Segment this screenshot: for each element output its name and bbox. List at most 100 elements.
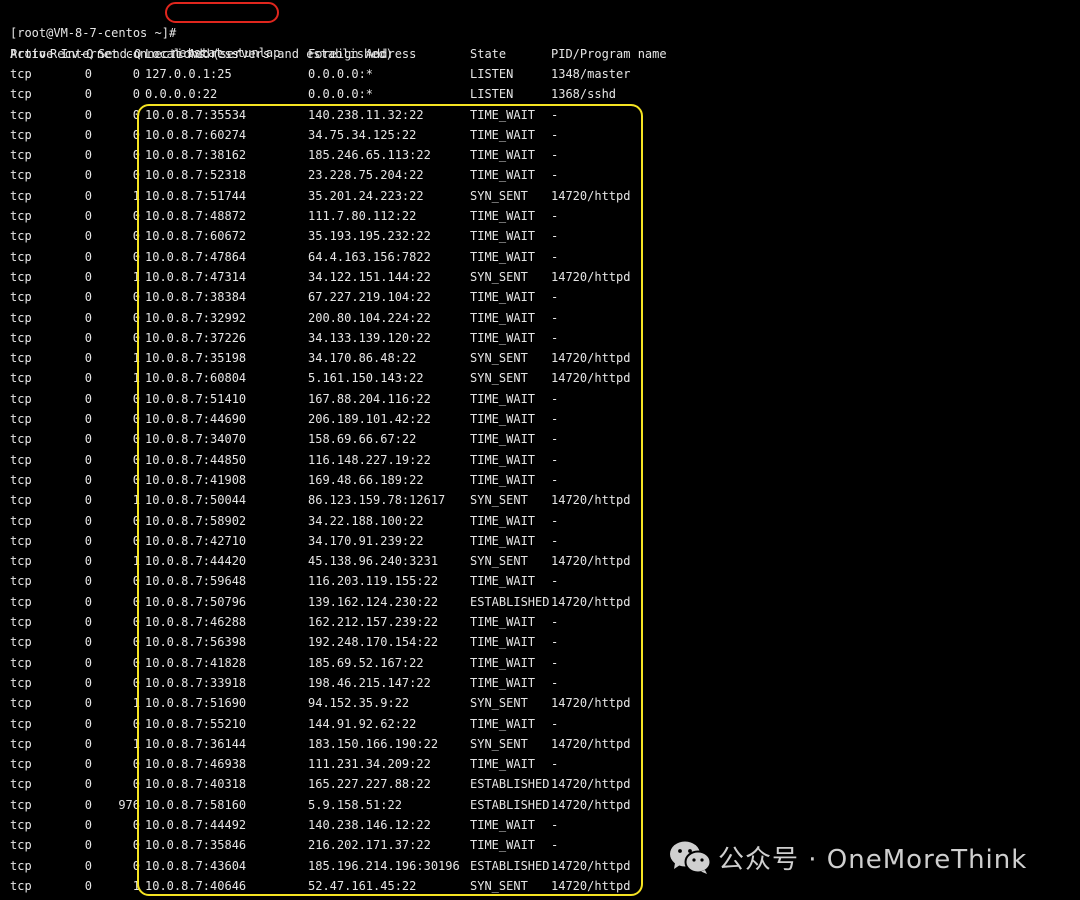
- cell-recvq: 0: [84, 635, 92, 650]
- cell-proto: tcp: [10, 655, 32, 670]
- cell-proto: tcp: [10, 615, 32, 630]
- watermark: 公众号 · OneMoreThink: [668, 838, 1027, 876]
- cell-sendq: 0: [132, 127, 140, 142]
- cell-sendq: 0: [132, 290, 140, 305]
- cell-recvq: 0: [84, 351, 92, 366]
- cell-pid-program: 1368/sshd: [551, 87, 617, 102]
- cell-local-address: 127.0.0.1:25: [145, 67, 232, 81]
- header-state: State: [470, 47, 507, 61]
- cell-sendq: 1: [132, 188, 140, 203]
- cell-proto: tcp: [10, 757, 32, 772]
- header-recvq: Recv-Q: [50, 47, 94, 61]
- cell-sendq: 1: [132, 493, 140, 508]
- cell-recvq: 0: [84, 493, 92, 508]
- cell-recvq: 0: [84, 269, 92, 284]
- wechat-icon: [668, 839, 712, 875]
- cell-proto: tcp: [10, 127, 32, 142]
- cell-sendq: 0: [132, 330, 140, 345]
- cell-proto: tcp: [10, 533, 32, 548]
- cell-proto: tcp: [10, 452, 32, 467]
- cell-proto: tcp: [10, 777, 32, 792]
- cell-recvq: 0: [84, 107, 92, 122]
- cell-recvq: 0: [84, 513, 92, 528]
- header-foreign-address: Foreign Address: [308, 47, 417, 61]
- cell-proto: tcp: [10, 635, 32, 650]
- cell-sendq: 976: [118, 797, 140, 812]
- cell-proto: tcp: [10, 87, 32, 102]
- cell-recvq: 0: [84, 249, 92, 264]
- cell-sendq: 0: [132, 533, 140, 548]
- cell-recvq: 0: [84, 148, 92, 163]
- cell-sendq: 1: [132, 696, 140, 711]
- header-sendq: Send-Q: [98, 47, 142, 61]
- cell-recvq: 0: [84, 615, 92, 630]
- prompt-line: [root@VM-8-7-centos ~]# netstat -tunlap: [0, 3, 280, 60]
- cell-sendq: 0: [132, 777, 140, 792]
- cell-sendq: 0: [132, 67, 140, 81]
- cell-recvq: 0: [84, 655, 92, 670]
- cell-sendq: 0: [132, 858, 140, 873]
- cell-sendq: 0: [132, 412, 140, 427]
- cell-recvq: 0: [84, 330, 92, 345]
- cell-sendq: 1: [132, 351, 140, 366]
- cell-recvq: 0: [84, 452, 92, 467]
- cell-recvq: 0: [84, 209, 92, 224]
- cell-recvq: 0: [84, 391, 92, 406]
- terminal-window[interactable]: [root@VM-8-7-centos ~]# netstat -tunlap …: [0, 0, 1080, 900]
- header-proto: Proto: [10, 47, 47, 61]
- cell-foreign-address: 0.0.0.0:*: [308, 67, 374, 81]
- cell-sendq: 1: [132, 736, 140, 751]
- table-row: tcp 0 0 0.0.0.0:22 0.0.0.0:* LISTEN 1368/sshd: [0, 84, 1080, 104]
- cell-sendq: 0: [132, 838, 140, 853]
- cell-recvq: 0: [84, 817, 92, 832]
- cell-proto: tcp: [10, 675, 32, 690]
- cell-pid-program: 1348/master: [551, 67, 631, 81]
- cell-state: LISTEN: [470, 67, 514, 81]
- cell-proto: tcp: [10, 554, 32, 569]
- cell-sendq: 0: [132, 635, 140, 650]
- cell-proto: tcp: [10, 269, 32, 284]
- cell-recvq: 0: [84, 797, 92, 812]
- header-pid-program: PID/Program name: [551, 47, 667, 61]
- cell-proto: tcp: [10, 290, 32, 305]
- cell-proto: tcp: [10, 310, 32, 325]
- cell-sendq: 0: [132, 168, 140, 183]
- cell-sendq: 0: [132, 472, 140, 487]
- cell-sendq: 0: [132, 87, 140, 102]
- cell-proto: tcp: [10, 249, 32, 264]
- cell-proto: tcp: [10, 67, 32, 81]
- cell-proto: tcp: [10, 412, 32, 427]
- cell-recvq: 0: [84, 290, 92, 305]
- cell-recvq: 0: [84, 412, 92, 427]
- cell-recvq: 0: [84, 675, 92, 690]
- cell-proto: tcp: [10, 330, 32, 345]
- cell-proto: tcp: [10, 371, 32, 386]
- cell-recvq: 0: [84, 87, 92, 102]
- cell-recvq: 0: [84, 858, 92, 873]
- shell-prompt: [root@VM-8-7-centos ~]#: [10, 26, 177, 40]
- cell-recvq: 0: [84, 67, 92, 81]
- cell-sendq: 0: [132, 675, 140, 690]
- cell-recvq: 0: [84, 188, 92, 203]
- cell-proto: tcp: [10, 493, 32, 508]
- rows-highlight-outline: [137, 104, 643, 896]
- cell-proto: tcp: [10, 391, 32, 406]
- cell-sendq: 0: [132, 107, 140, 122]
- table-row: tcp 0 0 127.0.0.1:25 0.0.0.0:* LISTEN 1348/mas…: [0, 64, 1080, 84]
- cell-proto: tcp: [10, 838, 32, 853]
- cell-foreign-address: 0.0.0.0:*: [308, 87, 374, 102]
- cell-sendq: 1: [132, 269, 140, 284]
- cell-sendq: 1: [132, 371, 140, 386]
- cell-proto: tcp: [10, 594, 32, 609]
- cell-sendq: 0: [132, 310, 140, 325]
- cell-recvq: 0: [84, 594, 92, 609]
- cell-proto: tcp: [10, 188, 32, 203]
- cell-sendq: 0: [132, 594, 140, 609]
- cell-recvq: 0: [84, 878, 92, 893]
- cell-sendq: 0: [132, 574, 140, 589]
- cell-recvq: 0: [84, 736, 92, 751]
- cell-recvq: 0: [84, 574, 92, 589]
- cell-sendq: 0: [132, 513, 140, 528]
- cell-sendq: 0: [132, 391, 140, 406]
- cell-recvq: 0: [84, 777, 92, 792]
